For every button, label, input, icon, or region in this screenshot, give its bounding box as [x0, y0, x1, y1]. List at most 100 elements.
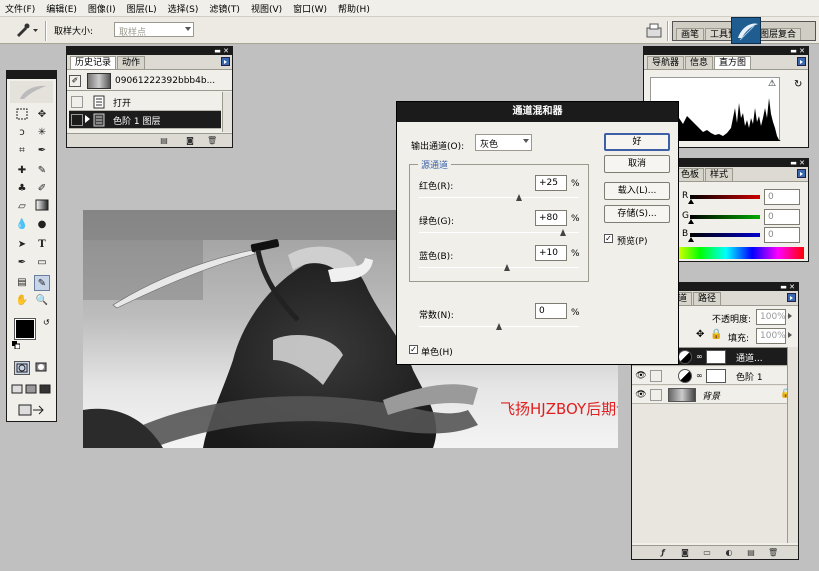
preview-checkbox[interactable]: ✓ [604, 234, 613, 243]
palette-menu-icon[interactable] [797, 57, 806, 66]
channel-b-value[interactable]: 0 [764, 227, 800, 243]
lock-all-icon[interactable]: 🔒 [710, 329, 722, 340]
standard-screen-mode-icon[interactable] [11, 383, 23, 395]
blue-channel-input[interactable]: +10 [535, 245, 567, 261]
layer-link-box[interactable] [650, 370, 662, 382]
pen-tool-icon[interactable]: ✒ [14, 255, 30, 271]
path-selection-tool-icon[interactable]: ➤ [14, 237, 30, 253]
gradient-tool-icon[interactable] [34, 199, 50, 215]
swap-colors-icon[interactable]: ↺ [43, 318, 50, 327]
clone-stamp-tool-icon[interactable]: ♣ [14, 181, 30, 197]
palette-close-icon[interactable]: ▬ ✕ [214, 47, 229, 55]
brush-tool-icon[interactable]: ✎ [34, 163, 50, 179]
history-state-open[interactable]: 打开 [69, 93, 221, 111]
tab-swatches[interactable]: 色板 [676, 168, 705, 181]
channel-r-value[interactable]: 0 [764, 189, 800, 205]
hand-tool-icon[interactable]: ✋ [14, 293, 30, 309]
full-screen-mode-icon[interactable] [39, 383, 51, 395]
channel-b-slider[interactable] [690, 233, 760, 237]
channel-r-thumb[interactable] [688, 199, 694, 204]
crop-tool-icon[interactable]: ⌗ [14, 143, 30, 159]
channel-g-slider[interactable] [690, 215, 760, 219]
palette-close-icon[interactable]: ▬ ✕ [790, 159, 805, 167]
eyedropper-tool-icon[interactable]: ✎ [34, 275, 50, 291]
default-colors-icon[interactable] [12, 341, 21, 350]
new-document-from-state-icon[interactable]: ▤ [159, 136, 169, 146]
palette-close-icon[interactable]: ▬ ✕ [780, 283, 795, 291]
foreground-color-swatch[interactable] [14, 318, 36, 340]
palette-menu-icon[interactable] [797, 169, 806, 178]
monochrome-checkbox[interactable]: ✓ [409, 345, 418, 354]
slice-tool-icon[interactable]: ✒ [34, 143, 50, 159]
file-browser-icon[interactable] [645, 21, 665, 39]
new-group-icon[interactable]: ▭ [702, 548, 712, 558]
quick-mask-mode-icon[interactable] [34, 361, 50, 375]
warning-icon[interactable]: ⚠ [768, 79, 776, 89]
tab-info[interactable]: 信息 [685, 56, 714, 69]
refresh-icon[interactable]: ↻ [794, 79, 802, 90]
green-channel-thumb[interactable] [559, 229, 567, 236]
rectangle-tool-icon[interactable]: ▭ [34, 255, 50, 271]
layer-mask-thumbnail[interactable] [706, 369, 726, 383]
notes-tool-icon[interactable]: ▤ [14, 275, 30, 291]
well-tab-brushes[interactable]: 画笔 [676, 28, 705, 40]
layers-scrollbar[interactable] [787, 347, 798, 543]
history-scrollbar[interactable] [222, 92, 232, 132]
eye-icon[interactable]: 👁 [635, 370, 647, 382]
ok-button[interactable]: 好 [604, 133, 670, 151]
palette-close-icon[interactable]: ▬ ✕ [790, 47, 805, 55]
constant-input[interactable]: 0 [535, 303, 567, 319]
menu-file[interactable]: 文件(F) [0, 2, 41, 15]
layer-link-box[interactable] [650, 389, 662, 401]
menu-select[interactable]: 选择(S) [163, 2, 205, 15]
move-tool-icon[interactable]: ✥ [34, 107, 50, 123]
palette-menu-icon[interactable] [787, 293, 796, 302]
eyedropper-tool-preset-icon[interactable] [14, 22, 40, 38]
new-layer-icon[interactable]: ▤ [746, 548, 756, 558]
red-channel-slider[interactable] [419, 197, 579, 198]
output-channel-select[interactable]: 灰色 [475, 134, 532, 151]
palette-menu-icon[interactable] [221, 57, 230, 66]
menu-window[interactable]: 窗口(W) [288, 2, 333, 15]
history-brush-source-box[interactable] [71, 96, 83, 108]
menu-image[interactable]: 图像(I) [83, 2, 122, 15]
fill-arrow-icon[interactable] [788, 332, 792, 338]
channel-r-slider[interactable] [690, 195, 760, 199]
constant-thumb[interactable] [495, 323, 503, 330]
type-tool-icon[interactable]: T [34, 237, 50, 253]
fill-input[interactable]: 100% [756, 328, 786, 344]
green-channel-slider[interactable] [419, 232, 579, 233]
channel-g-thumb[interactable] [688, 219, 694, 224]
red-channel-input[interactable]: +25 [535, 175, 567, 191]
lock-move-icon[interactable]: ✥ [696, 329, 704, 340]
menu-help[interactable]: 帮助(H) [333, 2, 376, 15]
adobe-online-feather-icon[interactable] [731, 17, 761, 44]
channel-b-thumb[interactable] [688, 237, 694, 242]
new-adjustment-layer-icon[interactable]: ◐ [724, 548, 734, 558]
tab-styles[interactable]: 样式 [705, 168, 734, 181]
opacity-input[interactable]: 100% [756, 309, 786, 325]
green-channel-input[interactable]: +80 [535, 210, 567, 226]
adobe-feather-logo-icon[interactable] [10, 81, 53, 103]
eraser-tool-icon[interactable]: ▱ [14, 199, 30, 215]
eye-icon[interactable]: 👁 [635, 389, 647, 401]
blue-channel-slider[interactable] [419, 267, 579, 268]
tab-actions[interactable]: 动作 [117, 56, 146, 69]
tab-history[interactable]: 历史记录 [70, 56, 117, 69]
zoom-tool-icon[interactable]: 🔍 [34, 293, 50, 309]
menu-layer[interactable]: 图层(L) [122, 2, 163, 15]
marquee-tool-icon[interactable] [14, 107, 30, 123]
jump-to-imageready-icon[interactable] [15, 403, 49, 417]
trash-icon[interactable]: 🗑 [207, 136, 217, 146]
red-channel-thumb[interactable] [515, 194, 523, 201]
sample-size-select[interactable]: 取样点 [114, 22, 194, 38]
tab-histogram[interactable]: 直方图 [714, 56, 752, 69]
trash-icon[interactable]: 🗑 [768, 548, 778, 558]
layer-row-levels[interactable]: 👁 ∞ 色阶 1 [632, 367, 798, 385]
history-state-levels[interactable]: 色阶 1 图层 [69, 111, 221, 129]
magic-wand-tool-icon[interactable]: ✳ [34, 125, 50, 141]
tab-paths[interactable]: 路径 [693, 292, 722, 305]
history-brush-tool-icon[interactable]: ✐ [34, 181, 50, 197]
healing-brush-tool-icon[interactable]: ✚ [14, 163, 30, 179]
load-button[interactable]: 载入(L)... [604, 182, 670, 200]
